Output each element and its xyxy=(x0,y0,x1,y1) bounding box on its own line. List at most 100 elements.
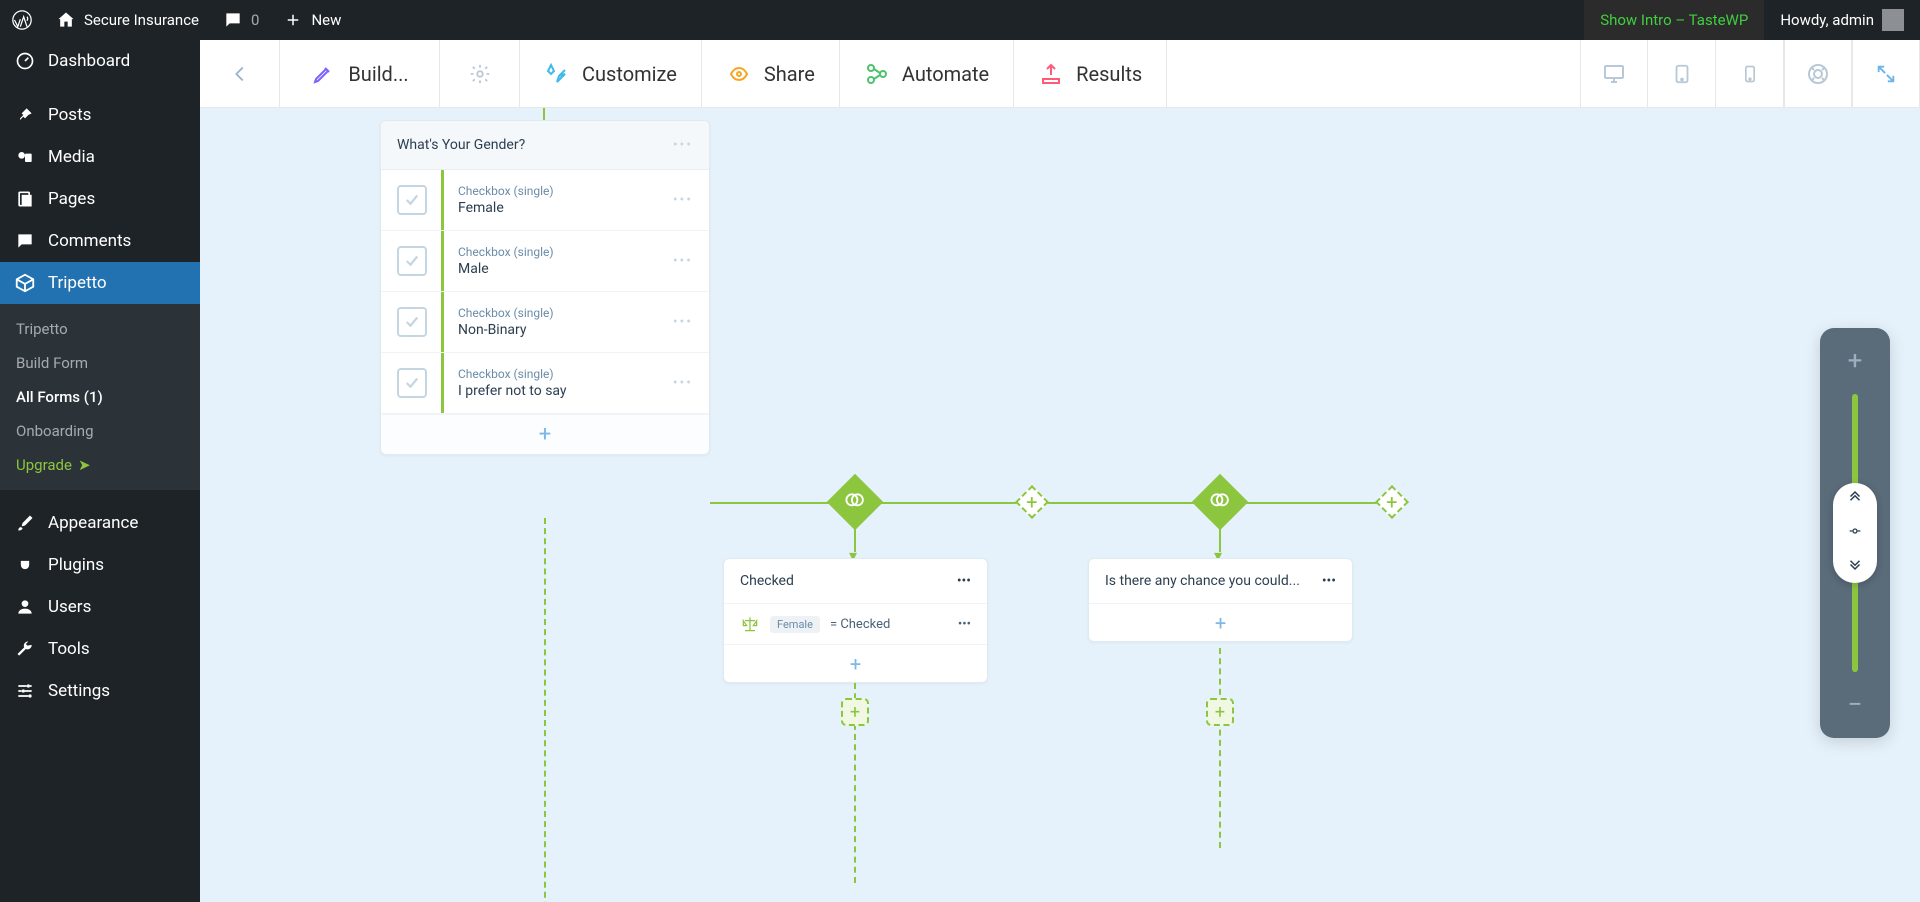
mobile-icon xyxy=(1740,61,1760,87)
site-name-link[interactable]: Secure Insurance xyxy=(44,0,211,40)
accent-bar xyxy=(441,170,444,230)
tablet-icon xyxy=(1671,61,1693,87)
add-node-button[interactable]: + xyxy=(1206,698,1234,726)
add-condition-button[interactable]: + xyxy=(724,644,987,682)
comments-icon xyxy=(14,230,36,252)
comments-count: 0 xyxy=(251,11,259,29)
home-icon xyxy=(56,10,76,30)
menu-tools[interactable]: Tools xyxy=(0,628,200,670)
question-card-header[interactable]: What's Your Gender? ••• xyxy=(381,121,709,170)
new-link[interactable]: New xyxy=(271,0,353,40)
wp-admin-bar: Secure Insurance 0 New Show Intro – Tast… xyxy=(0,0,1920,40)
chevron-up-icon xyxy=(1846,489,1864,512)
add-condition-button[interactable]: + xyxy=(1089,603,1352,641)
option-menu-button[interactable]: ••• xyxy=(673,314,693,330)
expand-icon xyxy=(1875,61,1897,87)
branch-card-question[interactable]: Is there any chance you could... ••• + xyxy=(1088,558,1353,642)
preview-tablet[interactable] xyxy=(1648,40,1716,107)
tab-customize[interactable]: Customize xyxy=(520,40,702,107)
add-branch-node[interactable]: + xyxy=(1015,485,1049,519)
tab-automate[interactable]: Automate xyxy=(840,40,1014,107)
desktop-icon xyxy=(1602,61,1626,87)
zoom-out-button[interactable]: − xyxy=(1844,686,1867,724)
media-icon xyxy=(14,146,36,168)
wrench-icon xyxy=(14,638,36,660)
menu-posts[interactable]: Posts xyxy=(0,94,200,136)
menu-users[interactable]: Users xyxy=(0,586,200,628)
question-card[interactable]: What's Your Gender? ••• Checkbox (single… xyxy=(380,120,710,455)
accent-bar xyxy=(441,231,444,291)
build-settings-button[interactable] xyxy=(440,40,520,107)
submenu-build-form[interactable]: Build Form xyxy=(0,346,200,380)
wordpress-icon xyxy=(12,10,32,30)
menu-dashboard[interactable]: Dashboard xyxy=(0,40,200,82)
site-name-text: Secure Insurance xyxy=(84,11,199,29)
menu-comments[interactable]: Comments xyxy=(0,220,200,262)
automate-icon xyxy=(864,61,890,87)
preview-desktop[interactable] xyxy=(1580,40,1648,107)
chevron-left-icon xyxy=(227,61,253,87)
howdy-link[interactable]: Howdy, admin xyxy=(1764,9,1920,31)
add-branch-node[interactable]: + xyxy=(1375,485,1409,519)
preview-mobile[interactable] xyxy=(1716,40,1784,107)
build-icon xyxy=(310,61,336,87)
option-row[interactable]: Checkbox (single) Female ••• xyxy=(381,170,709,231)
venn-icon xyxy=(1209,489,1231,516)
submenu-tripetto[interactable]: Tripetto xyxy=(0,312,200,346)
tripetto-tabbar: Build... Customize Share Automate Result… xyxy=(200,40,1920,108)
option-menu-button[interactable]: ••• xyxy=(673,375,693,391)
menu-media[interactable]: Media xyxy=(0,136,200,178)
user-icon xyxy=(14,596,36,618)
option-row[interactable]: Checkbox (single) I prefer not to say ••… xyxy=(381,353,709,414)
condition-row[interactable]: Female = Checked ••• xyxy=(724,603,987,644)
zoom-track[interactable] xyxy=(1852,394,1858,672)
dashboard-icon xyxy=(14,50,36,72)
menu-tripetto[interactable]: Tripetto xyxy=(0,262,200,304)
pages-icon xyxy=(14,188,36,210)
form-canvas[interactable]: ▾ What's Your Gender? ••• Checkbox (sing… xyxy=(200,108,1920,902)
gear-icon xyxy=(467,61,493,87)
card-menu-button[interactable]: ••• xyxy=(1322,573,1336,589)
wp-logo[interactable] xyxy=(0,0,44,40)
menu-plugins[interactable]: Plugins xyxy=(0,544,200,586)
tripetto-submenu: Tripetto Build Form All Forms (1) Onboar… xyxy=(0,304,200,490)
option-menu-button[interactable]: ••• xyxy=(673,192,693,208)
submenu-all-forms[interactable]: All Forms (1) xyxy=(0,380,200,414)
accent-bar xyxy=(441,353,444,413)
card-menu-button[interactable]: ••• xyxy=(957,573,971,589)
zoom-in-button[interactable]: + xyxy=(1844,342,1867,380)
zoom-handle[interactable] xyxy=(1833,483,1877,583)
tab-share[interactable]: Share xyxy=(702,40,840,107)
tripetto-icon xyxy=(14,272,36,294)
option-row[interactable]: Checkbox (single) Male ••• xyxy=(381,231,709,292)
option-menu-button[interactable]: ••• xyxy=(673,253,693,269)
upgrade-arrow-icon: ➤ xyxy=(78,456,91,474)
submenu-onboarding[interactable]: Onboarding xyxy=(0,414,200,448)
new-label: New xyxy=(311,11,341,29)
submenu-upgrade[interactable]: Upgrade ➤ xyxy=(0,448,200,482)
tab-results[interactable]: Results xyxy=(1014,40,1167,107)
tab-build[interactable]: Build... xyxy=(280,40,440,107)
menu-pages[interactable]: Pages xyxy=(0,178,200,220)
fullscreen-button[interactable] xyxy=(1852,40,1920,107)
back-button[interactable] xyxy=(200,40,280,107)
option-row[interactable]: Checkbox (single) Non-Binary ••• xyxy=(381,292,709,353)
help-button[interactable] xyxy=(1784,40,1852,107)
share-icon xyxy=(726,61,752,87)
branch-card-checked[interactable]: Checked ••• Female = Checked ••• + xyxy=(723,558,988,683)
add-node-button[interactable]: + xyxy=(841,698,869,726)
card-menu-button[interactable]: ••• xyxy=(673,137,693,153)
lifebuoy-icon xyxy=(1806,61,1830,87)
venn-icon xyxy=(844,489,866,516)
menu-appearance[interactable]: Appearance xyxy=(0,502,200,544)
menu-settings[interactable]: Settings xyxy=(0,670,200,712)
comments-link[interactable]: 0 xyxy=(211,0,271,40)
results-icon xyxy=(1038,61,1064,87)
condition-menu-button[interactable]: ••• xyxy=(958,617,971,632)
connector-line xyxy=(710,502,1390,504)
sliders-icon xyxy=(14,680,36,702)
tastewp-link[interactable]: Show Intro – TasteWP xyxy=(1584,0,1764,40)
add-option-button[interactable]: + xyxy=(381,414,709,454)
content-area: Build... Customize Share Automate Result… xyxy=(200,40,1920,902)
accent-bar xyxy=(441,292,444,352)
